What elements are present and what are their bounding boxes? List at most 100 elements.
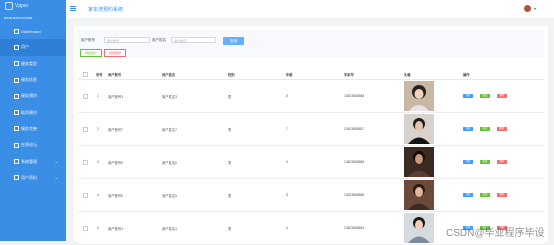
caret-down-icon[interactable]: ▾ <box>534 6 536 11</box>
row-index: 1 <box>97 94 99 98</box>
row-age: 8 <box>286 94 288 98</box>
main-content: 用户账号 用户账号 用户姓名 用户姓名 查询 添加用户 批量删除 序号 用户账号… <box>74 26 548 245</box>
sidebar-item-service-info[interactable]: 服务信息 <box>0 72 66 88</box>
detail-button[interactable]: 详情 <box>463 127 473 131</box>
avatar[interactable] <box>524 5 531 12</box>
sidebar-item-service-type[interactable]: 服务类型 <box>0 56 66 72</box>
sidebar-item-profile[interactable]: 用户资料 ⌄ <box>0 170 66 186</box>
grid-icon <box>14 110 19 116</box>
chevron-down-icon: ⌄ <box>54 175 58 181</box>
delete-button[interactable]: 删除 <box>497 94 507 98</box>
sidebar-item-forum[interactable]: 在线论坛 <box>0 137 66 153</box>
page-title: 家本洗预约系统 <box>88 7 124 13</box>
header-avatar: 头像 <box>404 73 411 77</box>
header-phone: 手机号 <box>344 73 354 77</box>
logo-text: Vpper <box>15 3 29 9</box>
row-account: 用户账号4 <box>108 227 124 231</box>
row-gender: 男 <box>228 194 232 198</box>
account-input[interactable]: 用户账号 <box>104 37 150 43</box>
row-phone: 13823888888 <box>344 94 365 98</box>
add-user-button[interactable]: 添加用户 <box>80 49 102 57</box>
user-avatar-image <box>404 213 434 243</box>
user-avatar-image <box>404 147 434 177</box>
row-account: 用户账号6 <box>108 161 124 165</box>
sidebar-item-service-complete[interactable]: 服务完善 <box>0 121 66 137</box>
account-label: 用户账号 <box>81 38 95 42</box>
sidebar-item-cancel-booking[interactable]: 取消预约 <box>0 104 66 120</box>
grid-icon <box>14 61 19 67</box>
delete-button[interactable]: 删除 <box>497 193 507 197</box>
user-avatar-image <box>404 81 434 111</box>
row-age: 5 <box>286 193 288 197</box>
batch-delete-button[interactable]: 批量删除 <box>104 49 126 57</box>
name-label: 用户姓名 <box>152 38 166 42</box>
row-checkbox[interactable] <box>83 94 88 99</box>
delete-button[interactable]: 删除 <box>497 160 507 164</box>
table-header: 序号 用户账号 用户姓名 性别 年龄 手机号 头像 操作 <box>78 69 544 80</box>
table-row: 1 用户账号3 用户姓名3 男 8 13823888888 详情 修改 删除 <box>78 80 544 113</box>
detail-button[interactable]: 详情 <box>463 193 473 197</box>
row-checkbox[interactable] <box>83 226 88 231</box>
edit-button[interactable]: 修改 <box>480 127 490 131</box>
row-checkbox[interactable] <box>83 127 88 132</box>
watermark: CSDN@毕业程序毕设 <box>446 228 545 239</box>
sidebar-heading: MAIN NAVIGATION <box>4 16 33 20</box>
row-account: 用户账号7 <box>108 128 124 132</box>
row-index: 2 <box>97 127 99 131</box>
row-phone: 13823888887 <box>344 127 365 131</box>
row-name: 用户姓名5 <box>162 194 178 198</box>
person-icon <box>14 175 19 181</box>
sidebar-item-service-booking[interactable]: 服务预约 <box>0 88 66 104</box>
row-name: 用户姓名7 <box>162 128 178 132</box>
grid-icon <box>14 93 19 99</box>
row-gender: 男 <box>228 95 232 99</box>
filter-bar: 用户账号 用户账号 用户姓名 用户姓名 查询 添加用户 批量删除 <box>78 30 544 57</box>
chat-icon <box>14 142 19 148</box>
row-phone: 13823888886 <box>344 160 365 164</box>
table-row: 4 用户账号5 用户姓名5 男 5 13823888885 详情 修改 删除 <box>78 179 544 212</box>
menu-toggle-icon[interactable] <box>70 6 76 11</box>
row-phone: 13823888884 <box>344 226 365 230</box>
sidebar-item-system[interactable]: 系统管理 ⌄ <box>0 153 66 169</box>
header-account: 用户账号 <box>108 73 122 77</box>
row-index: 4 <box>97 193 99 197</box>
topbar: 家本洗预约系统 ▾ <box>66 0 554 18</box>
header-gender: 性别 <box>228 73 235 77</box>
sidebar: Vpper MAIN NAVIGATION Dashboard 用户 服务类型 … <box>0 0 66 241</box>
sidebar-item-users[interactable]: 用户 <box>0 39 66 56</box>
name-input[interactable]: 用户姓名 <box>171 37 216 43</box>
select-all-checkbox[interactable] <box>83 72 88 77</box>
detail-button[interactable]: 详情 <box>463 94 473 98</box>
row-name: 用户姓名3 <box>162 95 178 99</box>
edit-button[interactable]: 修改 <box>480 94 490 98</box>
edit-button[interactable]: 修改 <box>480 160 490 164</box>
row-age: 4 <box>286 226 288 230</box>
row-phone: 13823888885 <box>344 193 365 197</box>
chevron-down-icon: ⌄ <box>54 159 58 165</box>
header-actions: 操作 <box>463 73 470 77</box>
query-button[interactable]: 查询 <box>223 37 244 45</box>
row-checkbox[interactable] <box>83 193 88 198</box>
logo[interactable]: Vpper <box>0 0 66 12</box>
delete-button[interactable]: 删除 <box>497 127 507 131</box>
edit-button[interactable]: 修改 <box>480 193 490 197</box>
row-checkbox[interactable] <box>83 160 88 165</box>
table-row: 2 用户账号7 用户姓名7 男 7 13823888887 详情 修改 删除 <box>78 113 544 146</box>
table-row: 3 用户账号6 用户姓名6 男 6 13823888886 详情 修改 删除 <box>78 146 544 179</box>
row-age: 7 <box>286 127 288 131</box>
header-age: 年龄 <box>286 73 293 77</box>
row-gender: 男 <box>228 227 232 231</box>
detail-button[interactable]: 详情 <box>463 160 473 164</box>
row-account: 用户账号3 <box>108 95 124 99</box>
logo-icon <box>5 2 13 10</box>
grid-icon <box>14 77 19 83</box>
row-index: 3 <box>97 160 99 164</box>
row-account: 用户账号5 <box>108 194 124 198</box>
gear-icon <box>14 159 19 165</box>
header-index: 序号 <box>96 73 103 77</box>
row-age: 6 <box>286 160 288 164</box>
row-index: 5 <box>97 226 99 230</box>
user-avatar-image <box>404 180 434 210</box>
sidebar-item-dashboard[interactable]: Dashboard <box>0 23 66 39</box>
home-icon <box>14 28 19 34</box>
